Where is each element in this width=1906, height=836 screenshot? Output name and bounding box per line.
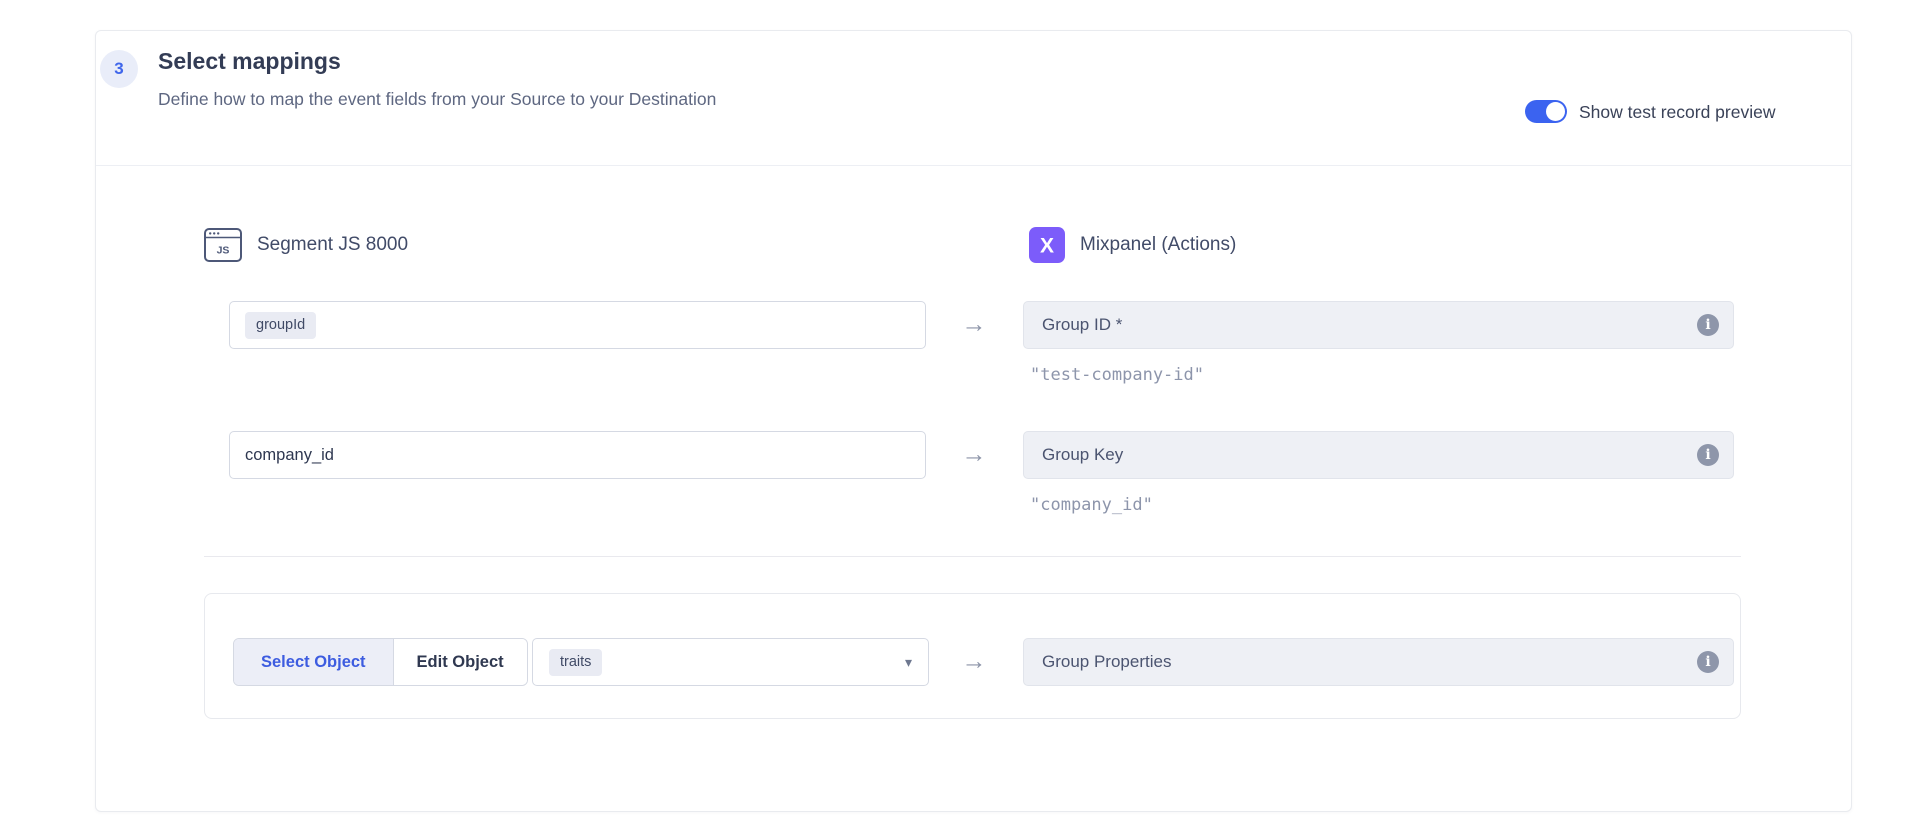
toggle-knob (1546, 102, 1565, 121)
destination-field-group-id: Group ID * i (1023, 301, 1734, 349)
browser-js-window-icon: JS (204, 228, 242, 262)
destination-field-label: Group Properties (1042, 652, 1171, 672)
step-number-badge: 3 (100, 50, 138, 88)
js-icon-text: JS (217, 245, 230, 257)
mapping-arrow-icon: → (952, 301, 996, 349)
destination-name: Mixpanel (Actions) (1080, 234, 1236, 256)
field-token-chip[interactable]: groupId (245, 312, 316, 339)
select-object-button[interactable]: Select Object (234, 639, 394, 685)
test-record-preview-value: "test-company-id" (1030, 365, 1204, 385)
info-icon[interactable]: i (1697, 314, 1719, 336)
mapping-arrow-icon: → (952, 431, 996, 479)
source-field-company-id[interactable] (229, 431, 926, 479)
mapping-arrow-icon: → (952, 638, 996, 686)
source-column-header: JS Segment JS 8000 (204, 225, 408, 265)
source-name: Segment JS 8000 (257, 234, 408, 256)
destination-field-label: Group Key (1042, 445, 1123, 465)
source-field-groupid[interactable]: groupId (229, 301, 926, 349)
source-field-text-input[interactable] (245, 446, 913, 465)
edit-object-button[interactable]: Edit Object (394, 639, 527, 685)
show-test-record-toggle[interactable] (1525, 100, 1567, 123)
selected-object-chip[interactable]: traits (549, 649, 602, 676)
destination-field-label: Group ID * (1042, 315, 1122, 335)
section-divider (204, 556, 1741, 557)
destination-field-group-key: Group Key i (1023, 431, 1734, 479)
info-icon[interactable]: i (1697, 444, 1719, 466)
toggle-label: Show test record preview (1579, 102, 1775, 123)
test-record-preview-value: "company_id" (1030, 495, 1153, 515)
object-mode-segmented-control: Select Object Edit Object (233, 638, 528, 686)
info-icon[interactable]: i (1697, 651, 1719, 673)
page-subtitle: Define how to map the event fields from … (158, 89, 716, 110)
mixpanel-icon-text: X (1040, 235, 1054, 258)
mixpanel-x-icon: X (1029, 227, 1065, 263)
card-header: 3 Select mappings Define how to map the … (96, 31, 1851, 166)
destination-field-group-properties: Group Properties i (1023, 638, 1734, 686)
destination-column-header: X Mixpanel (Actions) (1029, 225, 1236, 265)
select-mappings-card: 3 Select mappings Define how to map the … (95, 30, 1852, 812)
page-title: Select mappings (158, 48, 341, 75)
object-select-dropdown[interactable]: traits ▾ (532, 638, 929, 686)
chevron-down-icon: ▾ (905, 654, 912, 671)
